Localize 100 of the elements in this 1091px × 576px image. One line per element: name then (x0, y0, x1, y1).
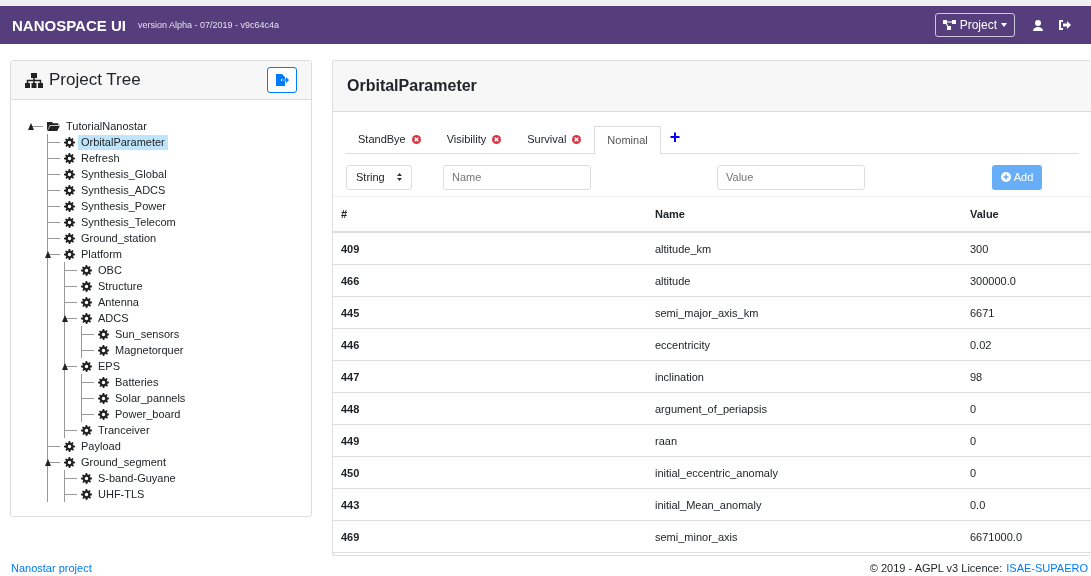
toggle-arrow-icon[interactable] (45, 250, 51, 258)
tree-item[interactable]: Batteries (112, 374, 162, 390)
tree-item[interactable]: EPS (95, 358, 123, 374)
tab[interactable]: Survival (514, 125, 595, 153)
tree-item[interactable]: Refresh (78, 150, 123, 166)
gear-icon (64, 440, 75, 452)
gear-icon (81, 312, 92, 324)
table-cell: 98 (962, 360, 1091, 393)
panel-title: OrbitalParameter (347, 77, 477, 95)
network-icon (942, 20, 956, 30)
toggle-arrow-icon[interactable] (62, 314, 68, 322)
table-cell: 409 (333, 232, 647, 265)
tree-item[interactable]: ADCS (95, 310, 132, 326)
table-cell: argument_of_periapsis (647, 392, 962, 425)
tree-item[interactable]: Synthesis_Power (78, 198, 169, 214)
sort-icon (397, 173, 402, 181)
tree-item[interactable]: OrbitalParameter (78, 134, 168, 150)
table-cell: initial_Mean_anomaly (647, 488, 962, 521)
table-cell: 0 (962, 424, 1091, 457)
tree-item[interactable]: OBC (95, 262, 125, 278)
tree-item[interactable]: Synthesis_Global (78, 166, 170, 182)
gear-icon (64, 168, 75, 180)
tree-item[interactable]: Tranceiver (95, 422, 153, 438)
remove-icon[interactable] (572, 134, 582, 144)
gear-icon (64, 456, 75, 468)
version-text: version Alpha - 07/2019 - v9c64c4a (137, 20, 279, 30)
tab[interactable]: Nominal (594, 126, 661, 154)
table-cell: 0 (962, 392, 1091, 425)
table-cell: 450 (333, 456, 647, 489)
folder-icon (47, 120, 60, 132)
gear-icon (98, 392, 109, 404)
table-cell: 0 (962, 456, 1091, 489)
gear-icon (81, 472, 92, 484)
copyright-text: © 2019 - AGPL v3 Licence: (869, 562, 1003, 574)
gear-icon (64, 184, 75, 196)
table-cell: 445 (333, 296, 647, 329)
remove-icon[interactable] (411, 134, 421, 144)
table-cell: 443 (333, 488, 647, 521)
add-tab-button[interactable]: + (660, 127, 690, 153)
type-select[interactable]: String (346, 164, 412, 190)
toggle-arrow-icon[interactable] (28, 122, 34, 130)
gear-icon (81, 360, 92, 372)
value-field[interactable]: Value (717, 164, 865, 190)
gear-icon (64, 200, 75, 212)
table-cell: inclination (647, 360, 962, 393)
tree-item[interactable]: Platform (78, 246, 125, 262)
table-cell: 449 (333, 424, 647, 457)
toggle-arrow-icon[interactable] (62, 362, 68, 370)
tree-item[interactable]: Power_board (112, 406, 184, 422)
tree-item[interactable]: Magnetorquer (112, 342, 187, 358)
sign-out-icon[interactable] (1059, 20, 1071, 30)
file-export-icon (275, 74, 289, 86)
table-cell: 300 (962, 232, 1091, 265)
table-cell: raan (647, 424, 962, 457)
plus-circle-icon (1000, 172, 1011, 182)
export-button[interactable] (267, 67, 297, 93)
tree-item[interactable]: Synthesis_ADCS (78, 182, 169, 198)
table-cell: 0.02 (962, 328, 1091, 361)
gear-icon (64, 136, 75, 148)
table-cell: 447 (333, 360, 647, 393)
table-cell: eccentricity (647, 328, 962, 361)
gear-icon (81, 488, 92, 500)
gear-icon (81, 280, 92, 292)
table-cell: 466 (333, 264, 647, 297)
toggle-arrow-icon[interactable] (45, 458, 51, 466)
gear-icon (64, 248, 75, 260)
gear-icon (81, 296, 92, 308)
tree-item[interactable]: Ground_segment (78, 454, 169, 470)
gear-icon (98, 408, 109, 420)
tree-item[interactable]: Solar_pannels (112, 390, 189, 406)
tree-item[interactable]: Sun_sensors (112, 326, 183, 342)
gear-icon (64, 232, 75, 244)
table-cell: altitude_km (647, 232, 962, 265)
tab[interactable]: StandBye (345, 125, 434, 153)
licence-link[interactable]: ISAE-SUPAERO (1006, 562, 1088, 574)
tree-item[interactable]: S-band-Guyane (95, 470, 179, 486)
column-header: Name (647, 197, 962, 232)
table-cell: 446 (333, 328, 647, 361)
table-cell: initial_eccentric_anomaly (647, 456, 962, 489)
tree-item[interactable]: Payload (78, 438, 124, 454)
tree-item[interactable]: UHF-TLS (95, 486, 148, 502)
tree-item[interactable]: Antenna (95, 294, 142, 310)
app-title: NANOSPACE UI (12, 16, 126, 34)
remove-icon[interactable] (492, 134, 502, 144)
tree-item[interactable]: Ground_station (78, 230, 160, 246)
table-cell: 448 (333, 392, 647, 425)
tree-item[interactable]: Synthesis_Telecom (78, 214, 179, 230)
project-link[interactable]: Nanostar project (11, 562, 92, 574)
gear-icon (98, 376, 109, 388)
table-cell: 6671 (962, 296, 1091, 329)
user-icon[interactable] (1033, 19, 1043, 31)
name-field[interactable]: Name (443, 164, 591, 190)
gear-icon (64, 152, 75, 164)
project-dropdown[interactable]: Project (934, 13, 1015, 37)
gear-icon (81, 264, 92, 276)
tree-item[interactable]: Structure (95, 278, 146, 294)
table-cell: altitude (647, 264, 962, 297)
gear-icon (98, 328, 109, 340)
tab[interactable]: Visibility (433, 125, 515, 153)
tree-item[interactable]: TutorialNanostar (63, 118, 150, 134)
